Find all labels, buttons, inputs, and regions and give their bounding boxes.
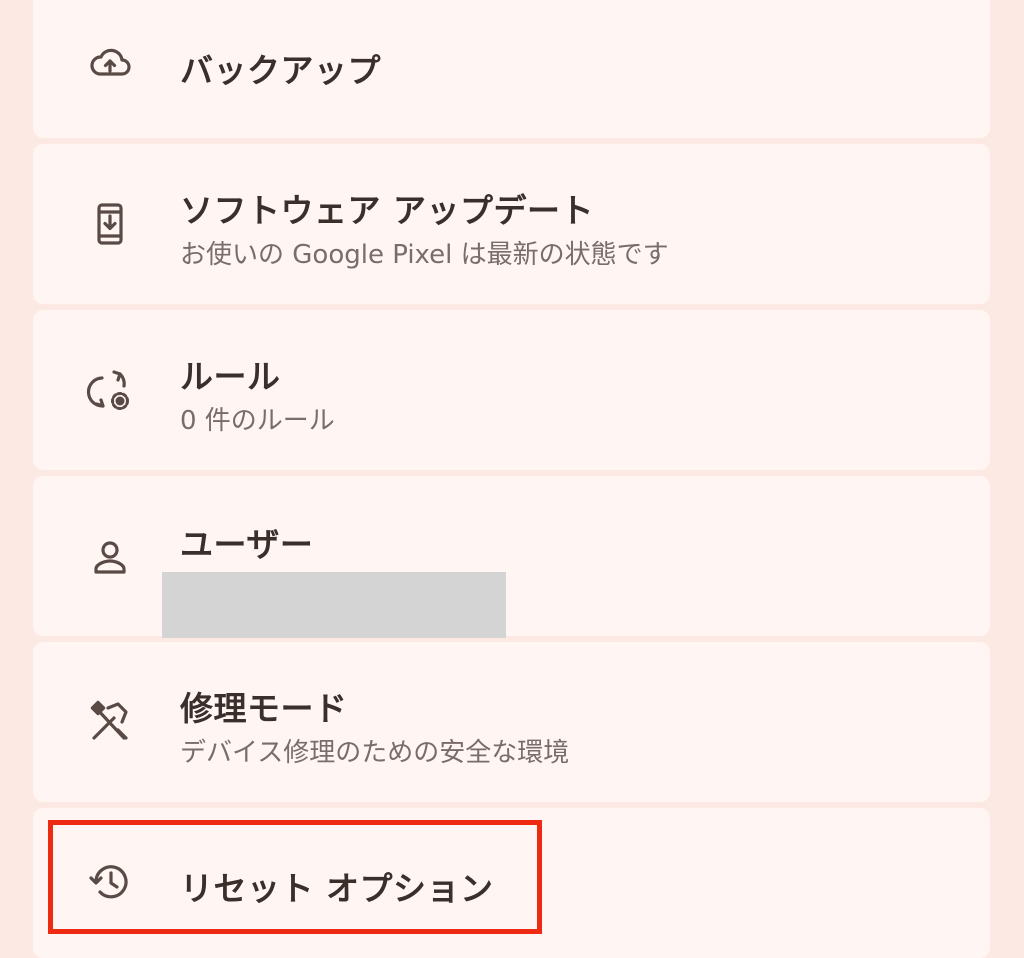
cloud-upload-icon [86,40,134,88]
redacted-region [162,572,506,638]
build-tools-icon [86,698,134,746]
setting-backup-title: バックアップ [180,51,381,90]
setting-backup[interactable] [33,0,990,138]
highlight-box [48,820,542,934]
setting-rules-subtitle: 0 件のルール [180,406,335,436]
setting-software-update-title: ソフトウェア アップデート [180,191,594,230]
setting-repair-mode[interactable] [33,642,990,802]
setting-software-update-subtitle: お使いの Google Pixel は最新の状態です [180,240,669,270]
person-icon [86,534,134,582]
system-update-icon [86,200,134,248]
setting-repair-mode-subtitle: デバイス修理のための安全な環境 [180,738,570,768]
setting-rules-title: ルール [180,357,281,396]
setting-rules[interactable] [33,310,990,470]
setting-users-title: ユーザー [180,525,314,564]
setting-repair-mode-title: 修理モード [180,689,348,728]
rules-sync-gear-icon [86,366,134,414]
